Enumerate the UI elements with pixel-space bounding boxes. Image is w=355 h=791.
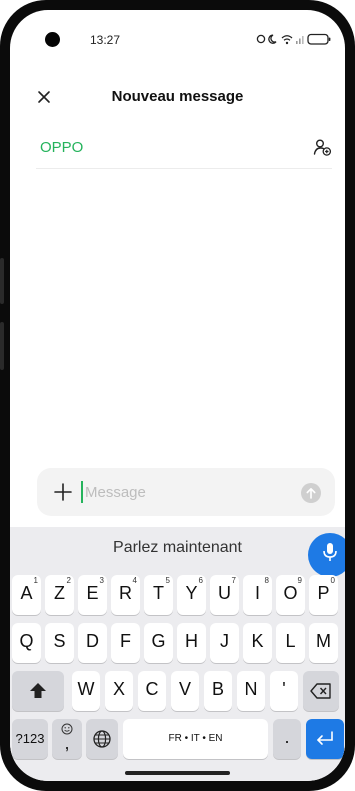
- key-j[interactable]: J: [210, 623, 239, 663]
- alarm-icon: [256, 34, 266, 44]
- recipient-chip[interactable]: OPPO: [40, 139, 83, 156]
- key-q[interactable]: Q: [12, 623, 41, 663]
- key-i[interactable]: I8: [243, 575, 272, 615]
- period-key[interactable]: .: [273, 719, 301, 759]
- signal-icon: [296, 36, 304, 44]
- attach-plus-icon[interactable]: [53, 482, 73, 502]
- key-l[interactable]: L: [276, 623, 305, 663]
- shift-key[interactable]: [12, 671, 64, 711]
- moon-icon: [268, 34, 277, 44]
- key-n[interactable]: N: [237, 671, 265, 711]
- shift-icon: [30, 683, 46, 698]
- key-k[interactable]: K: [243, 623, 272, 663]
- home-indicator[interactable]: [125, 771, 230, 775]
- key-r[interactable]: R4: [111, 575, 140, 615]
- key-b[interactable]: B: [204, 671, 232, 711]
- voice-prompt: Parlez maintenant: [113, 539, 242, 556]
- key-e[interactable]: E3: [78, 575, 107, 615]
- key-w[interactable]: W: [72, 671, 100, 711]
- keyboard: Parlez maintenant A1 Z2 E3 R4 T5 Y6 U7 I…: [10, 527, 345, 781]
- backspace-key[interactable]: [303, 671, 339, 711]
- enter-icon: [317, 731, 333, 745]
- status-time: 13:27: [90, 33, 121, 47]
- symbols-key[interactable]: ?123: [12, 719, 48, 759]
- key-a[interactable]: A1: [12, 575, 41, 615]
- key-u[interactable]: U7: [210, 575, 239, 615]
- key-p[interactable]: P0: [309, 575, 338, 615]
- backspace-icon: [310, 683, 331, 699]
- key-z[interactable]: Z2: [45, 575, 74, 615]
- front-camera: [45, 32, 60, 47]
- space-key[interactable]: FR • IT • EN: [123, 719, 268, 759]
- mic-icon[interactable]: [308, 533, 345, 577]
- app-bar: Nouveau message: [10, 76, 345, 118]
- key-s[interactable]: S: [45, 623, 74, 663]
- message-composer: [37, 468, 335, 516]
- voice-input-bar: Parlez maintenant: [10, 527, 345, 577]
- battery-icon: [307, 33, 331, 45]
- recipient-row[interactable]: OPPO: [36, 122, 332, 169]
- wifi-icon: [281, 35, 293, 45]
- key-apostrophe[interactable]: ': [270, 671, 298, 711]
- key-g[interactable]: G: [144, 623, 173, 663]
- key-x[interactable]: X: [105, 671, 133, 711]
- volume-button: [0, 258, 4, 304]
- key-o[interactable]: O9: [276, 575, 305, 615]
- key-h[interactable]: H: [177, 623, 206, 663]
- text-caret: [81, 481, 83, 503]
- enter-key[interactable]: [306, 719, 344, 759]
- key-f[interactable]: F: [111, 623, 140, 663]
- screen: 13:27 Nouveau message OPPO Message Parle…: [10, 10, 345, 781]
- message-input[interactable]: [85, 480, 285, 504]
- page-title: Nouveau message: [111, 88, 244, 105]
- status-icons: [256, 32, 336, 46]
- globe-icon: [93, 730, 111, 748]
- key-d[interactable]: D: [78, 623, 107, 663]
- key-y[interactable]: Y6: [177, 575, 206, 615]
- phone-frame: 13:27 Nouveau message OPPO Message Parle…: [0, 0, 355, 791]
- emoji-comma-key[interactable]: ,: [52, 719, 82, 759]
- key-t[interactable]: T5: [144, 575, 173, 615]
- power-button: [0, 322, 4, 370]
- key-c[interactable]: C: [138, 671, 166, 711]
- key-v[interactable]: V: [171, 671, 199, 711]
- send-icon[interactable]: [301, 483, 321, 503]
- add-contact-icon[interactable]: [312, 137, 332, 157]
- language-key[interactable]: [86, 719, 118, 759]
- key-m[interactable]: M: [309, 623, 338, 663]
- status-bar: 13:27: [10, 10, 345, 52]
